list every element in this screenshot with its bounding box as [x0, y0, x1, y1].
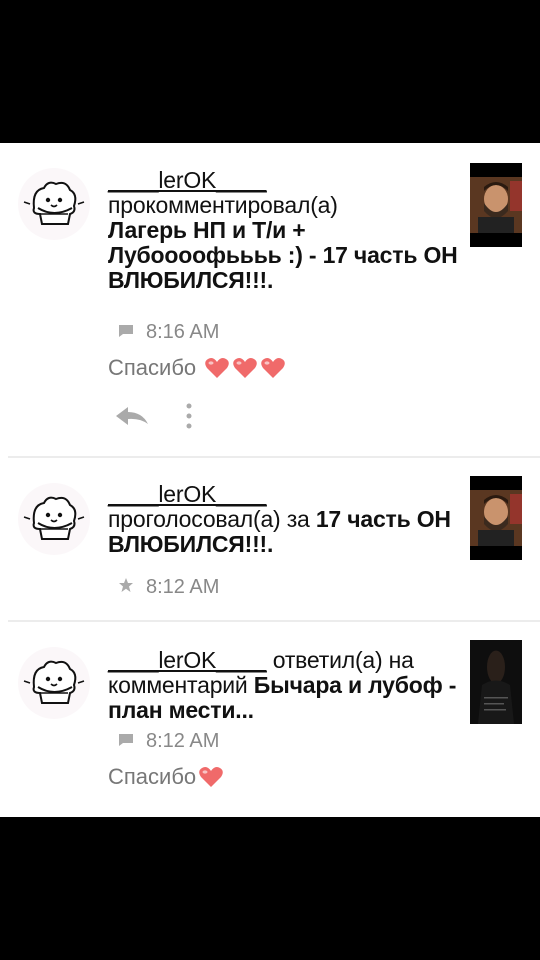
action-text: проголосовал(а) за — [108, 506, 310, 532]
heart-emoji-icon — [198, 766, 224, 788]
story-title-link[interactable]: Лагерь НП и Т/и + Лубоооофьььь :) - 17 ч… — [108, 217, 458, 293]
comment-preview: Спасибо — [108, 764, 224, 790]
timestamp-row: 8:16 AM — [118, 321, 219, 344]
timestamp: 8:12 AM — [146, 576, 220, 598]
action-text: прокомментировал(а) — [108, 192, 338, 218]
heart-emoji-icon — [204, 357, 230, 379]
avatar[interactable] — [18, 168, 90, 240]
story-thumbnail[interactable] — [470, 163, 522, 247]
username-link[interactable]: ____lerOK____ — [108, 481, 267, 507]
notification-feed: ____lerOK____ прокомментировал(а) Лагерь… — [0, 143, 540, 817]
notification-text: ____lerOK____ прокомментировал(а) Лагерь… — [108, 168, 458, 293]
story-thumbnail[interactable] — [470, 476, 522, 560]
story-thumbnail[interactable] — [470, 640, 522, 724]
heart-emoji-icon — [260, 357, 286, 379]
action-row — [112, 401, 196, 431]
avatar[interactable] — [18, 483, 90, 555]
avatar[interactable] — [18, 647, 90, 719]
username-link[interactable]: ____lerOK____ — [108, 647, 267, 673]
notification-item[interactable]: ____lerOK____ ответил(а) на комментарий … — [0, 622, 540, 817]
notification-text: ____lerOK____ проголосовал(а) за 17 част… — [108, 482, 458, 557]
star-icon — [118, 576, 134, 599]
timestamp-row: 8:12 AM — [118, 576, 219, 599]
timestamp: 8:16 AM — [146, 321, 220, 343]
bottom-black-bar — [0, 817, 540, 960]
notification-text: ____lerOK____ ответил(а) на комментарий … — [108, 648, 458, 723]
top-black-bar — [0, 0, 540, 143]
notification-item[interactable]: ____lerOK____ проголосовал(а) за 17 част… — [0, 458, 540, 622]
notification-item[interactable]: ____lerOK____ прокомментировал(а) Лагерь… — [0, 143, 540, 458]
timestamp: 8:12 AM — [146, 730, 220, 752]
comment-preview: Спасибо — [108, 355, 286, 381]
comment-text: Спасибо — [108, 764, 197, 789]
timestamp-row: 8:12 AM — [118, 730, 219, 753]
more-options-icon[interactable] — [182, 401, 196, 431]
username-link[interactable]: ____lerOK____ — [108, 167, 267, 193]
comment-icon — [118, 730, 134, 753]
comment-icon — [118, 321, 134, 344]
reply-icon[interactable] — [112, 402, 152, 430]
heart-emoji-icon — [232, 357, 258, 379]
comment-text: Спасибо — [108, 355, 197, 380]
